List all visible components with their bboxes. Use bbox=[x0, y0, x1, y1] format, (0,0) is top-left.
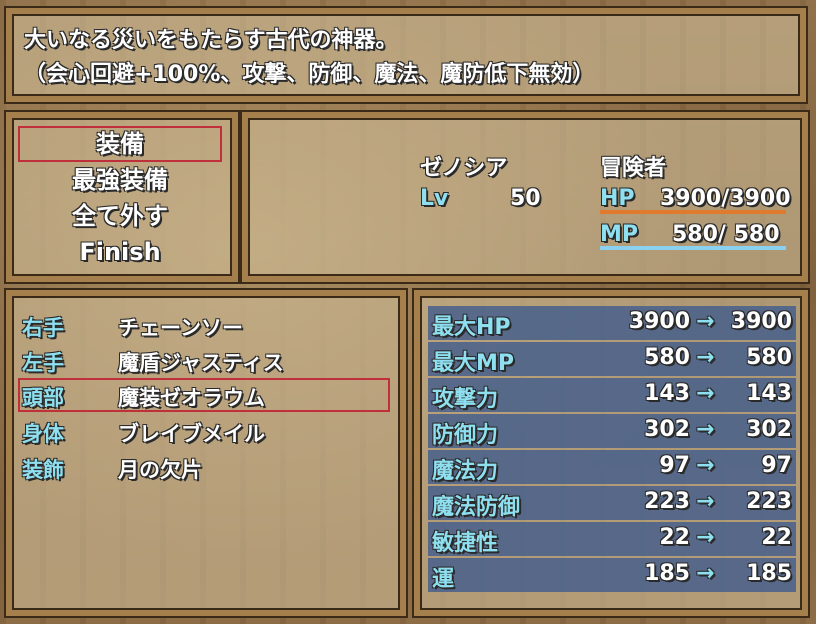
param-old-value: 143 bbox=[644, 381, 690, 406]
right-arrow-icon: → bbox=[696, 561, 715, 586]
actor-name: ゼノシア bbox=[420, 156, 508, 181]
right-arrow-icon: → bbox=[696, 309, 715, 334]
param-old-value: 22 bbox=[659, 525, 690, 550]
right-arrow-icon: → bbox=[696, 525, 715, 550]
param-new-value: 22 bbox=[761, 525, 792, 550]
param-name: 最大MP bbox=[432, 351, 515, 376]
hp-gauge bbox=[600, 210, 786, 214]
param-old-value: 185 bbox=[644, 561, 690, 586]
mp-gauge bbox=[600, 246, 786, 250]
slot-item-head[interactable]: 魔装ゼオラウム bbox=[118, 382, 265, 412]
level-value: 50 bbox=[510, 186, 541, 211]
right-arrow-icon: → bbox=[696, 381, 715, 406]
right-arrow-icon: → bbox=[696, 345, 715, 370]
slot-item-accessory[interactable]: 月の欠片 bbox=[118, 454, 202, 484]
command-clear[interactable]: 全て外す bbox=[18, 199, 222, 233]
param-new-value: 185 bbox=[746, 561, 792, 586]
param-name: 最大HP bbox=[432, 315, 511, 340]
right-arrow-icon: → bbox=[696, 417, 715, 442]
slot-label-head: 頭部 bbox=[22, 386, 64, 410]
param-old-value: 223 bbox=[644, 489, 690, 514]
param-old-value: 3900 bbox=[628, 309, 690, 334]
slot-item-right-hand[interactable]: チェーンソー bbox=[118, 312, 243, 342]
slot-label-accessory: 装飾 bbox=[22, 458, 64, 482]
slot-label-left-hand: 左手 bbox=[22, 351, 64, 375]
param-name: 敏捷性 bbox=[432, 531, 499, 556]
param-name: 魔法防御 bbox=[432, 495, 521, 520]
command-optimize[interactable]: 最強装備 bbox=[18, 163, 222, 197]
param-new-value: 302 bbox=[746, 417, 792, 442]
right-arrow-icon: → bbox=[696, 453, 715, 478]
param-old-value: 97 bbox=[659, 453, 690, 478]
param-old-value: 580 bbox=[644, 345, 690, 370]
mp-label: MP bbox=[600, 222, 639, 247]
param-name: 魔法力 bbox=[432, 459, 499, 484]
param-old-value: 302 bbox=[644, 417, 690, 442]
command-equip[interactable]: 装備 bbox=[18, 127, 222, 161]
right-arrow-icon: → bbox=[696, 489, 715, 514]
slot-item-left-hand[interactable]: 魔盾ジャスティス bbox=[118, 347, 284, 377]
param-new-value: 580 bbox=[746, 345, 792, 370]
param-new-value: 223 bbox=[746, 489, 792, 514]
help-text-line1: 大いなる災いをもたらす古代の神器。 bbox=[24, 28, 398, 53]
param-new-value: 97 bbox=[761, 453, 792, 478]
param-name: 攻撃力 bbox=[432, 387, 499, 412]
hp-value: 3900/3900 bbox=[660, 186, 791, 211]
level-label: Lv bbox=[420, 186, 449, 211]
slot-label-body: 身体 bbox=[22, 422, 64, 446]
actor-class: 冒険者 bbox=[600, 156, 667, 181]
mp-value: 580/ 580 bbox=[672, 222, 780, 247]
help-text-line2: （会心回避+100%、攻撃、防御、魔法、魔防低下無効） bbox=[24, 62, 595, 87]
param-name: 防御力 bbox=[432, 423, 499, 448]
param-name: 運 bbox=[432, 567, 455, 592]
slot-item-body[interactable]: ブレイブメイル bbox=[118, 418, 265, 448]
slot-label-right-hand: 右手 bbox=[22, 316, 64, 340]
param-new-value: 3900 bbox=[730, 309, 792, 334]
param-new-value: 143 bbox=[746, 381, 792, 406]
command-finish[interactable]: Finish bbox=[18, 235, 222, 269]
hp-label: HP bbox=[600, 186, 635, 211]
